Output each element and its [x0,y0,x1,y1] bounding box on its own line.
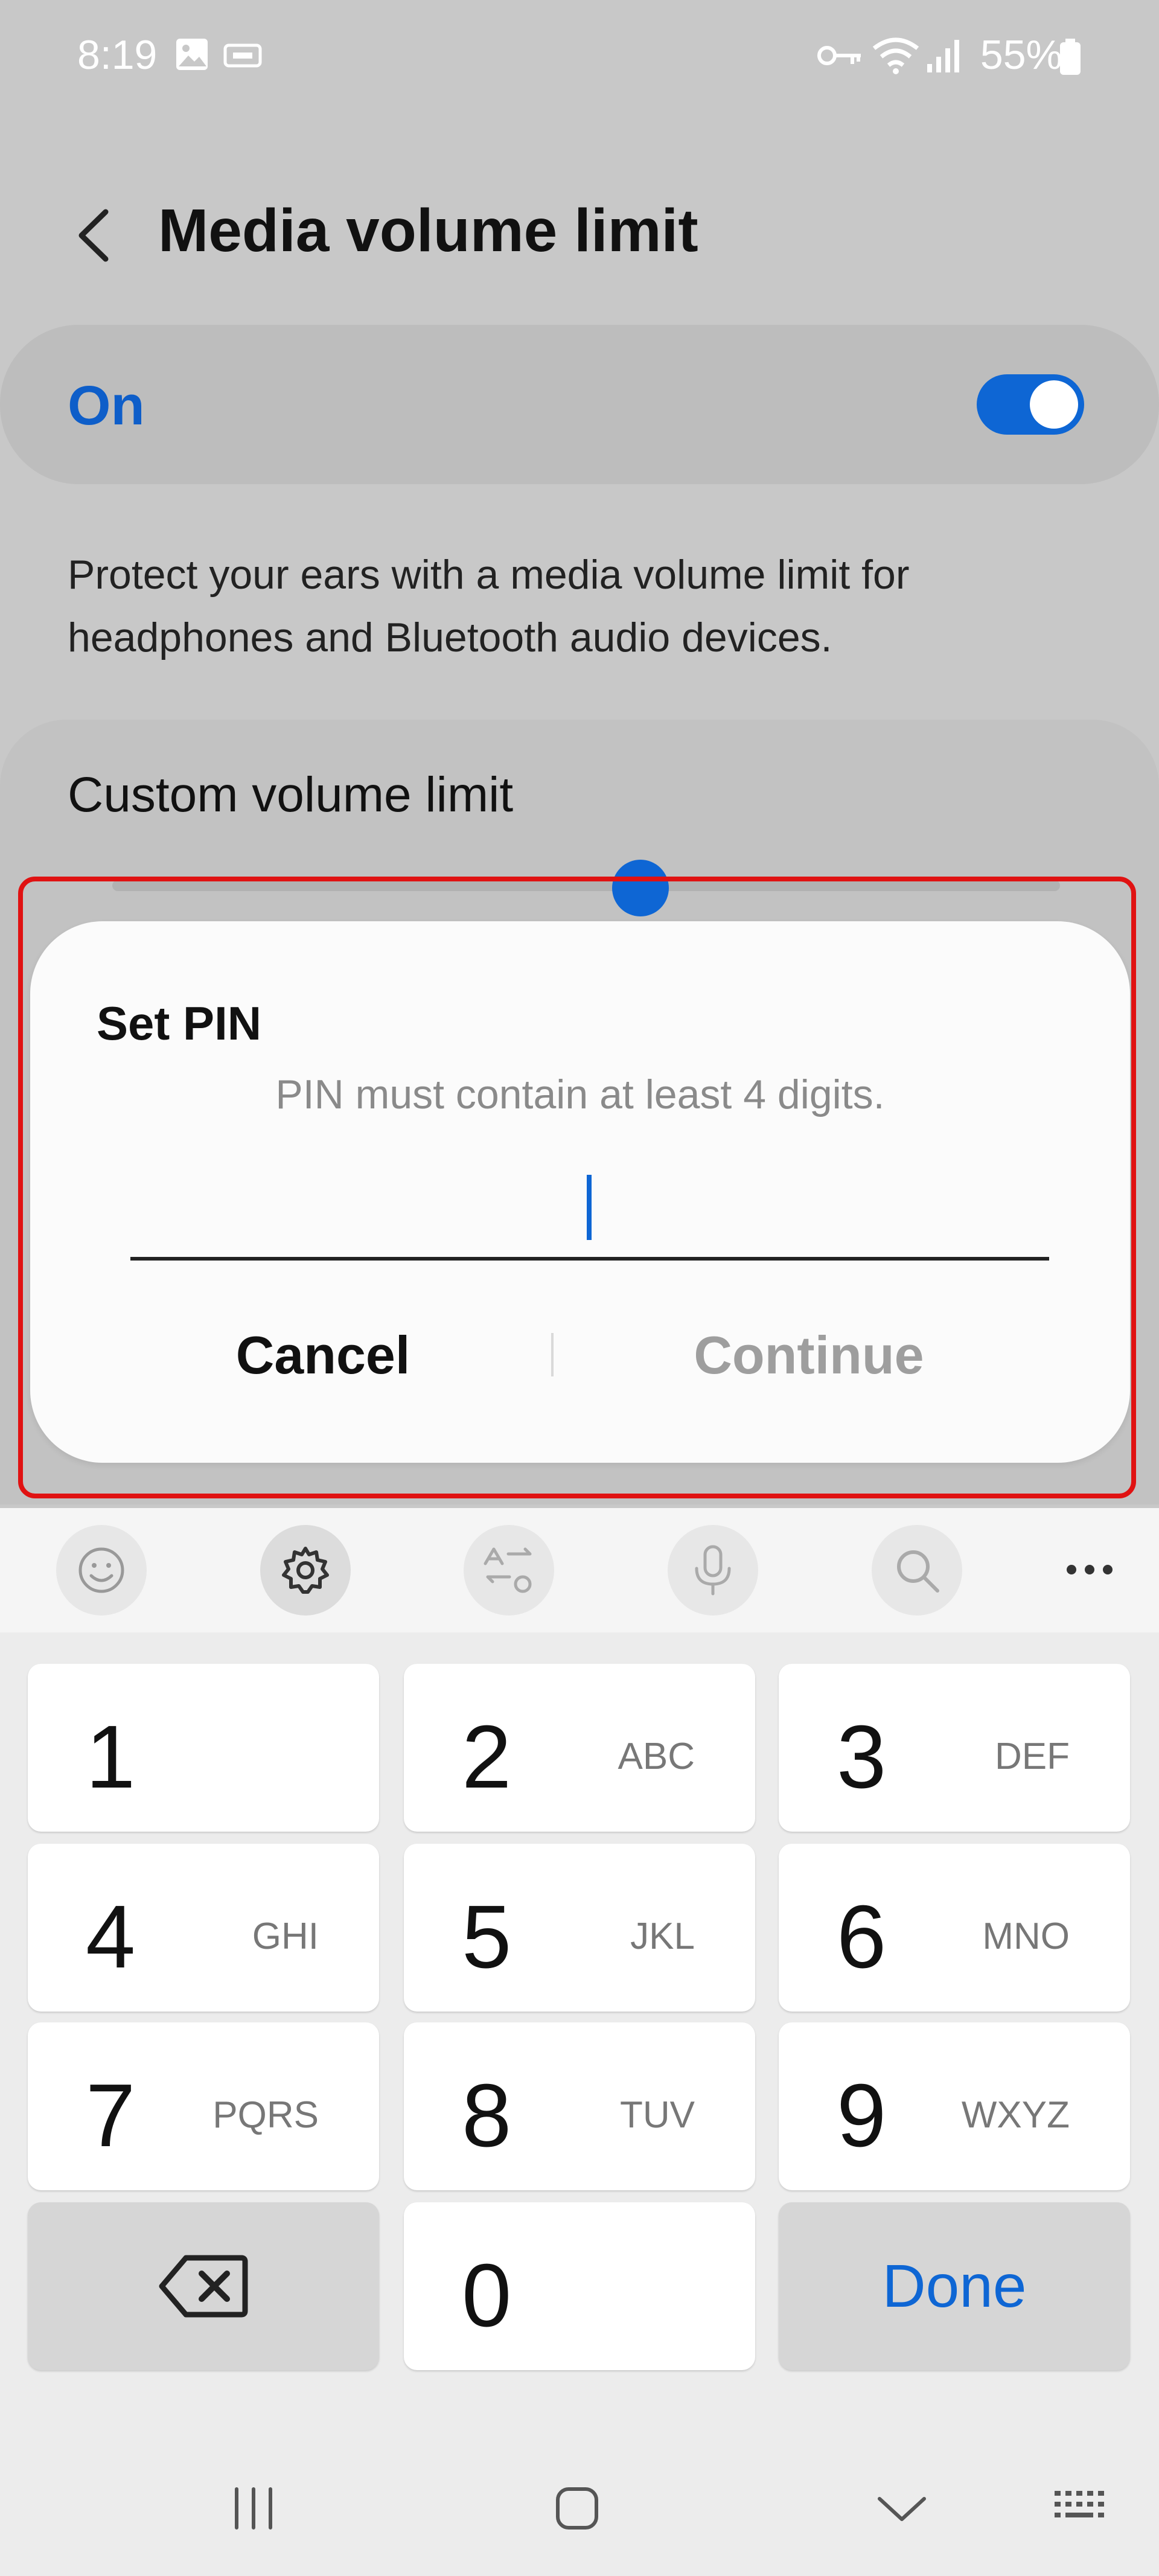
key-digit: 3 [837,1707,887,1807]
key-letters: GHI [252,1916,319,1957]
key-1[interactable]: 1 [28,1664,379,1832]
search-button[interactable] [872,1525,962,1616]
keyboard-settings-button[interactable] [260,1525,351,1616]
text-convert-button[interactable] [464,1525,554,1616]
key-digit: 1 [86,1707,136,1807]
status-time: 8:19 [77,32,158,78]
key-letters: TUV [620,2094,695,2136]
key-digit: 4 [86,1887,136,1987]
emoji-icon [78,1547,124,1593]
on-label: On [68,375,145,436]
keyboard-switch-button[interactable] [1049,2481,1116,2536]
text-convert-icon [484,1547,532,1593]
key-letters: JKL [630,1916,695,1957]
home-button[interactable] [547,2481,607,2536]
key-letters: MNO [982,1916,1070,1957]
battery-icon [1060,39,1081,75]
master-toggle-switch[interactable] [977,374,1084,435]
voice-input-button[interactable] [668,1525,758,1616]
key-0[interactable]: 0 [404,2202,755,2370]
key-digit: 7 [86,2066,136,2165]
page-title: Media volume limit [158,197,698,264]
recents-icon [235,2487,272,2530]
key-done[interactable]: Done [779,2202,1130,2370]
back-arrow-icon [78,209,109,262]
battery-percent: 55% [980,32,1062,78]
key-digit: 0 [462,2246,512,2345]
key-digit: 2 [462,1707,512,1807]
key-2[interactable]: 2 ABC [404,1664,755,1832]
back-button[interactable] [60,193,127,278]
emoji-button[interactable] [56,1525,147,1616]
home-icon [556,2487,598,2530]
custom-volume-label: Custom volume limit [68,767,514,822]
more-icon [1067,1565,1113,1574]
hide-keyboard-button[interactable] [872,2481,932,2536]
gallery-icon [176,39,208,70]
key-6[interactable]: 6 MNO [779,1844,1130,2012]
description-text: Protect your ears with a media volume li… [68,552,910,660]
search-icon [897,1550,939,1593]
key-digit: 9 [837,2066,887,2165]
toggle-knob [1030,380,1078,429]
key-7[interactable]: 7 PQRS [28,2022,379,2190]
key-digit: 5 [462,1887,512,1987]
key-backspace[interactable] [28,2202,379,2370]
keyboard-toolbar [0,1508,1159,1632]
keyboard-icon [1055,2491,1104,2517]
gear-icon [282,1547,329,1594]
signal-icon [927,40,959,72]
key-3[interactable]: 3 DEF [779,1664,1130,1832]
key-letters: DEF [995,1736,1070,1777]
key-9[interactable]: 9 WXYZ [779,2022,1130,2190]
key-digit: 8 [462,2066,512,2165]
mic-icon [695,1545,731,1596]
recents-button[interactable] [223,2481,284,2536]
key-8[interactable]: 8 TUV [404,2022,755,2190]
key-letters: ABC [618,1736,695,1777]
vpn-key-icon [817,46,861,65]
key-5[interactable]: 5 JKL [404,1844,755,2012]
wifi-icon [872,37,919,74]
more-options-button[interactable] [1062,1545,1117,1594]
backspace-icon [159,2255,248,2318]
highlight-box [18,877,1136,1498]
key-letters: WXYZ [961,2094,1070,2136]
card-icon [223,43,262,68]
done-label: Done [882,2252,1027,2320]
key-4[interactable]: 4 GHI [28,1844,379,2012]
key-digit: 6 [837,1887,887,1987]
chevron-down-icon [878,2497,926,2521]
key-letters: PQRS [212,2094,319,2136]
